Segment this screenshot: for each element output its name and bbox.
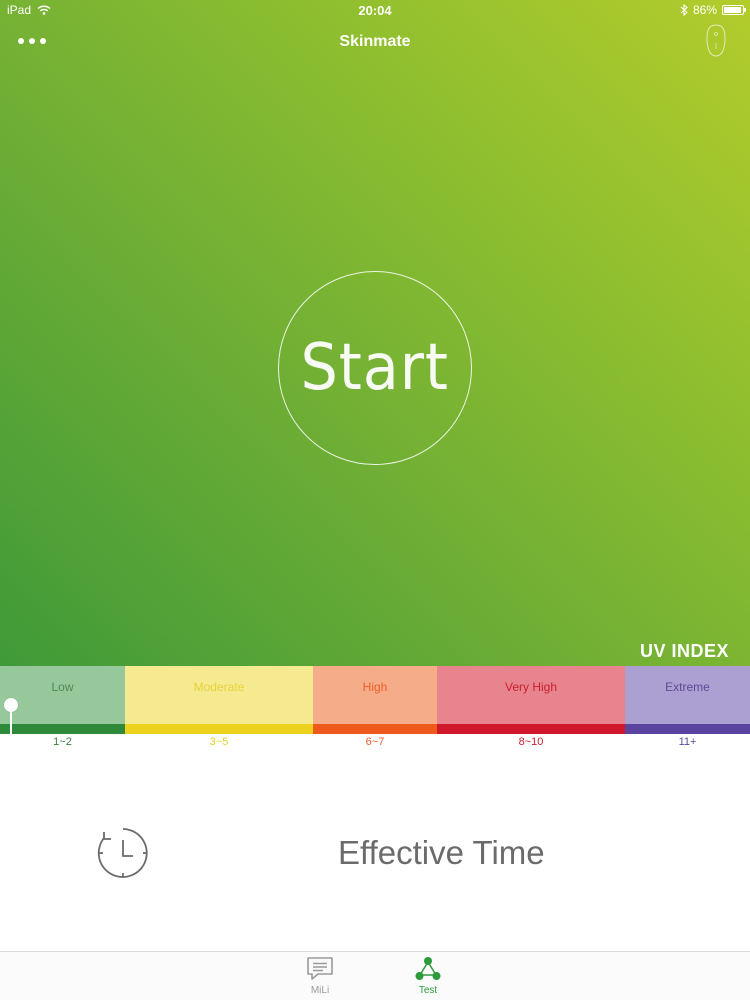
uv-strip-segment — [0, 724, 125, 734]
uv-slider-knob[interactable] — [4, 698, 18, 712]
uv-level-label: Extreme — [665, 680, 710, 694]
status-bar: iPad 20:04 86% — [0, 0, 750, 20]
start-button[interactable]: Start — [278, 271, 472, 465]
status-time: 20:04 — [358, 3, 392, 18]
uv-level-range: 8~10 — [518, 736, 544, 748]
uv-slider-stem — [10, 710, 12, 734]
uv-level-label: High — [362, 680, 388, 694]
tab-mili[interactable]: MiLi — [290, 955, 350, 996]
bluetooth-icon — [680, 4, 688, 16]
uv-level-very-high: Very High — [437, 666, 625, 724]
uv-level-range: 1~2 — [53, 736, 72, 748]
uv-index-title: UV INDEX — [639, 641, 729, 661]
uv-level-label: Very High — [504, 680, 558, 694]
uv-strip-segment — [437, 724, 625, 734]
uv-level-low: Low — [0, 666, 125, 724]
uv-strip-segment — [125, 724, 313, 734]
tab-mili-label: MiLi — [310, 985, 330, 996]
uv-level-extreme: Extreme — [625, 666, 750, 724]
battery-icon — [722, 5, 746, 15]
start-button-label: Start — [300, 331, 450, 405]
clock-timer-icon — [97, 828, 148, 878]
status-right: 86% — [680, 3, 746, 17]
tab-test[interactable]: Test — [398, 955, 458, 996]
effective-time-label: Effective Time — [338, 834, 545, 871]
uv-level-label: Moderate — [193, 680, 245, 694]
uv-level-moderate: Moderate — [125, 666, 313, 724]
page-title: Skinmate — [339, 33, 411, 50]
tab-bar: MiLi Test — [0, 951, 750, 1000]
uv-ranges: 1~2 3~5 6~7 8~10 11+ — [0, 736, 750, 752]
chat-bubble-icon — [307, 957, 333, 980]
device-icon[interactable] — [704, 23, 728, 59]
uv-strip-segment — [625, 724, 750, 734]
share-nodes-icon — [415, 957, 441, 980]
tab-test-label: Test — [418, 985, 438, 996]
battery-percent: 86% — [692, 3, 717, 17]
uv-level-high: High — [313, 666, 437, 724]
uv-color-strip — [0, 724, 750, 734]
uv-level-range: 3~5 — [209, 736, 229, 748]
uv-level-range: 11+ — [678, 736, 697, 748]
uv-level-label: Low — [51, 680, 74, 694]
uv-scale: Low Moderate High Very High Extreme — [0, 666, 750, 724]
uv-strip-segment — [313, 724, 437, 734]
battery-fill — [724, 7, 742, 13]
uv-level-range: 6~7 — [365, 736, 385, 748]
